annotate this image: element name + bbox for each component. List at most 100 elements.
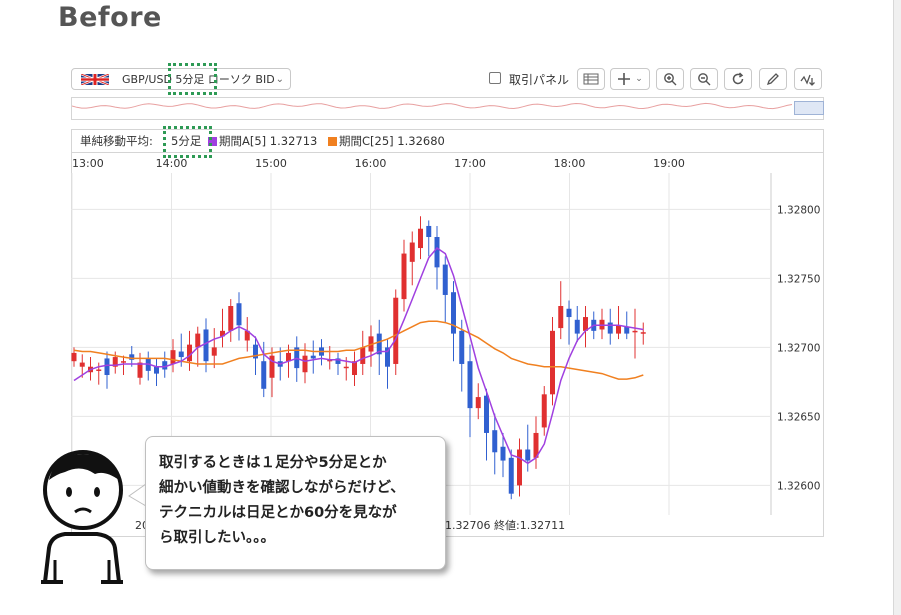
- candle: [145, 351, 151, 381]
- candle-body: [170, 350, 176, 364]
- candle: [484, 388, 489, 461]
- candle: [616, 306, 621, 340]
- candle-body: [343, 366, 349, 369]
- candle-body: [434, 237, 440, 268]
- candle-body: [393, 297, 399, 364]
- candle: [624, 311, 630, 340]
- speech-bubble-text: 取引するときは１足分や5分足とか 細かい値動きを確認しながらだけど、 テクニカル…: [159, 455, 405, 546]
- candle-body: [426, 225, 432, 237]
- candle-body: [640, 332, 646, 334]
- indicator-icon: [800, 74, 815, 86]
- candle: [508, 449, 514, 500]
- candle: [517, 438, 522, 497]
- candle: [632, 308, 638, 359]
- candle: [426, 220, 432, 257]
- x-tick-label: 16:00: [355, 157, 387, 170]
- candle-body: [195, 333, 201, 348]
- candle: [541, 386, 547, 436]
- candle-body: [442, 264, 448, 295]
- candle-body: [517, 449, 522, 486]
- navigator-window[interactable]: [794, 101, 824, 115]
- candle-body: [508, 457, 514, 494]
- x-tick-label: 15:00: [255, 157, 287, 170]
- chevron-down-icon: ⌄: [275, 74, 284, 85]
- candle-body: [484, 395, 489, 433]
- candle: [393, 289, 399, 375]
- candle: [418, 216, 423, 260]
- legend-label: 単純移動平均:: [80, 134, 153, 148]
- candle: [244, 317, 250, 352]
- candle: [154, 358, 159, 387]
- candle: [550, 317, 555, 406]
- candle: [162, 351, 168, 378]
- candle-body: [500, 446, 506, 461]
- timeframe-highlight-legend: [163, 126, 212, 158]
- page-title: Before: [58, 2, 162, 33]
- candle-body: [409, 242, 415, 262]
- crosshair-icon: [618, 73, 631, 85]
- candle-body: [558, 306, 564, 329]
- candle: [467, 344, 473, 438]
- candle: [228, 299, 234, 342]
- candle-body: [360, 347, 366, 364]
- candle-body: [121, 361, 126, 363]
- candle-body: [178, 351, 184, 358]
- chevron-down-icon: ⌄: [635, 74, 643, 84]
- candle: [640, 322, 646, 345]
- candle-body: [162, 361, 168, 370]
- sma-period-a-line: [73, 247, 644, 465]
- candle-body: [418, 228, 423, 249]
- candle-body: [137, 362, 143, 378]
- candle: [236, 292, 242, 341]
- candle: [566, 300, 572, 345]
- zoom-in-button[interactable]: [656, 68, 684, 90]
- y-tick-label: 1.32750: [777, 273, 820, 285]
- candle: [335, 352, 341, 375]
- speech-bubble: 取引するときは１足分や5分足とか 細かい値動きを確認しながらだけど、 テクニカル…: [145, 436, 446, 570]
- candle-body: [616, 325, 621, 334]
- candle-body: [104, 358, 110, 375]
- y-tick-label: 1.32800: [777, 204, 820, 216]
- candle: [607, 308, 613, 345]
- candle: [492, 413, 498, 475]
- candle-body: [492, 430, 498, 453]
- candle-body: [541, 394, 547, 428]
- zoom-out-button[interactable]: [690, 68, 718, 90]
- candle: [104, 351, 110, 389]
- candle-body: [525, 449, 531, 461]
- timeframe-highlight-toolbar: [168, 63, 217, 95]
- candle: [302, 343, 308, 384]
- candle-body: [261, 361, 267, 389]
- candle: [352, 351, 357, 387]
- indicator-button[interactable]: [794, 68, 822, 90]
- table-button[interactable]: [577, 68, 605, 90]
- status-values: 1.32706 終値:1.32711: [445, 518, 565, 532]
- candle: [442, 256, 448, 323]
- worried-person-illustration: [41, 450, 123, 584]
- candle-body: [71, 352, 77, 362]
- refresh-button[interactable]: [724, 68, 752, 90]
- pencil-icon: [766, 73, 779, 86]
- candle: [121, 355, 126, 375]
- flag-uk-icon: [81, 74, 109, 85]
- x-tick-label: 13:00: [72, 157, 104, 170]
- legend-period-c: 期間C[25] 1.32680: [339, 134, 445, 148]
- page-scrollbar[interactable]: [893, 0, 901, 615]
- candle-body: [211, 347, 217, 356]
- y-tick-label: 1.32700: [777, 342, 820, 354]
- candle: [574, 306, 580, 342]
- candle: [475, 383, 481, 420]
- draw-button[interactable]: [759, 68, 787, 90]
- zoom-in-icon: [664, 73, 677, 86]
- candle-body: [228, 306, 234, 331]
- trade-panel-checkbox[interactable]: [489, 72, 501, 84]
- x-tick-label: 19:00: [653, 157, 685, 170]
- crosshair-button[interactable]: ⌄: [610, 68, 650, 90]
- candle-body: [154, 366, 159, 374]
- candle: [385, 339, 390, 389]
- candle-body: [203, 329, 209, 362]
- candle: [269, 347, 275, 398]
- chart-navigator[interactable]: [71, 97, 824, 120]
- candle: [583, 306, 588, 348]
- candle-body: [451, 292, 456, 334]
